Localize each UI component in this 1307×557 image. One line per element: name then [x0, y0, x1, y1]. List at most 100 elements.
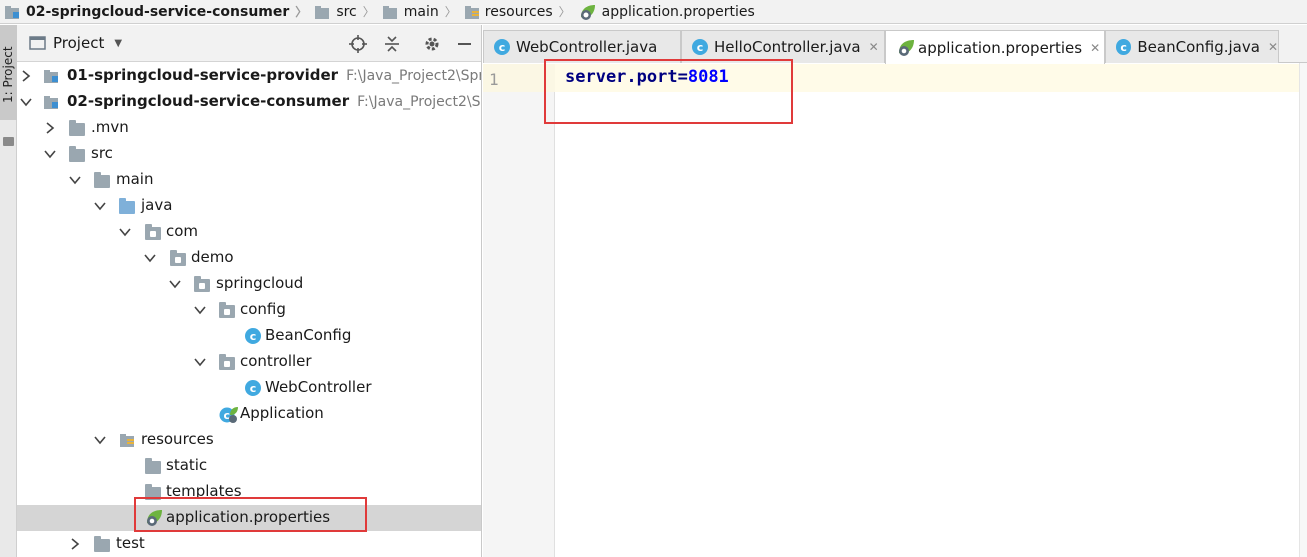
package-icon — [170, 250, 186, 266]
tab-application-properties[interactable]: application.properties ✕ — [885, 30, 1105, 64]
editor-gutter — [483, 64, 555, 557]
folder-icon — [145, 458, 161, 474]
tree-item-label: static — [166, 456, 208, 474]
source-folder-icon — [119, 198, 135, 214]
close-icon[interactable]: ✕ — [869, 40, 879, 54]
breadcrumb-item-main[interactable]: main 〉 — [382, 0, 464, 24]
highlight-box-editor — [544, 59, 793, 124]
minimize-icon[interactable] — [454, 34, 474, 54]
tab-beanconfig[interactable]: c BeanConfig.java ✕ — [1105, 30, 1279, 63]
editor-area: c WebController.java c HelloController.j… — [483, 25, 1307, 557]
chevron-down-icon[interactable] — [69, 174, 81, 186]
folder-icon — [94, 172, 110, 188]
tree-item-mvn[interactable]: .mvn — [17, 115, 481, 141]
editor-tabs: c WebController.java c HelloController.j… — [483, 25, 1307, 64]
module-icon — [44, 70, 58, 83]
module-icon — [44, 96, 58, 109]
module-path: F:\Java_Project2\Spring — [346, 68, 482, 84]
package-icon — [194, 276, 210, 292]
breadcrumb-item-module[interactable]: 02-springcloud-service-consumer 〉 — [4, 0, 314, 24]
tree-item-label: test — [116, 534, 145, 552]
class-icon: c — [494, 39, 510, 55]
tree-item-webcontroller[interactable]: c WebController — [17, 375, 481, 401]
line-number: 1 — [489, 70, 499, 89]
project-panel-header: Project ▼ — [17, 25, 481, 62]
tree-item-static[interactable]: static — [17, 453, 481, 479]
module-icon — [5, 5, 19, 19]
folder-icon — [315, 5, 330, 19]
resources-folder-icon — [464, 5, 479, 19]
tree-item-label: demo — [191, 248, 234, 266]
tree-item-label: .mvn — [91, 118, 129, 136]
highlight-box-tree — [134, 497, 367, 532]
spring-properties-icon — [580, 4, 595, 20]
locate-icon[interactable] — [348, 34, 368, 54]
collapse-icon[interactable] — [382, 34, 402, 54]
chevron-right-icon[interactable] — [44, 122, 56, 134]
folder-icon — [94, 536, 110, 552]
class-icon: c — [692, 39, 708, 55]
close-icon[interactable]: ✕ — [1090, 41, 1100, 55]
folder-icon — [69, 146, 85, 162]
tree-item-label: java — [141, 196, 173, 214]
tree-item-demo[interactable]: demo — [17, 245, 481, 271]
tree-item-java[interactable]: java — [17, 193, 481, 219]
tree-item-label: 01-springcloud-service-provider — [67, 66, 339, 84]
chevron-right-icon[interactable] — [69, 538, 81, 550]
breadcrumb-item-resources[interactable]: resources 〉 — [464, 0, 578, 24]
chevron-down-icon[interactable] — [94, 434, 106, 446]
tree-item-label: config — [240, 300, 286, 318]
resources-folder-icon — [120, 434, 134, 447]
tree-item-controller[interactable]: controller — [17, 349, 481, 375]
breadcrumb-item-file[interactable]: application.properties — [578, 0, 755, 24]
package-icon — [219, 302, 235, 318]
tree-item-application[interactable]: c Application — [17, 401, 481, 427]
tree-item-label: 02-springcloud-service-consumer — [67, 92, 350, 110]
breadcrumb-item-src[interactable]: src 〉 — [314, 0, 381, 24]
tree-item-beanconfig[interactable]: c BeanConfig — [17, 323, 481, 349]
project-view-icon — [29, 36, 46, 50]
class-icon: c — [245, 380, 261, 396]
gear-icon[interactable] — [422, 34, 442, 54]
tool-window-strip: 1: Project — [0, 25, 17, 557]
class-icon: c — [1116, 39, 1132, 55]
package-icon — [219, 354, 235, 370]
tree-item-label: BeanConfig — [265, 326, 352, 344]
tree-item-main[interactable]: main — [17, 167, 481, 193]
structure-icon[interactable] — [3, 137, 14, 146]
close-icon[interactable]: ✕ — [1268, 40, 1278, 54]
chevron-down-icon: ▼ — [114, 37, 123, 49]
tree-item-config[interactable]: config — [17, 297, 481, 323]
package-icon — [145, 224, 161, 240]
tree-item-label: springcloud — [216, 274, 304, 292]
tree-item-label: main — [116, 170, 154, 188]
tree-item-test[interactable]: test — [17, 531, 481, 557]
module-path: F:\Java_Project2\Spring — [357, 94, 481, 110]
chevron-down-icon[interactable] — [119, 226, 131, 238]
tree-item-com[interactable]: com — [17, 219, 481, 245]
project-tool-window-button[interactable]: 1: Project — [0, 25, 17, 120]
chevron-down-icon[interactable] — [20, 96, 32, 108]
chevron-down-icon[interactable] — [94, 200, 106, 212]
chevron-right-icon[interactable] — [20, 70, 32, 82]
chevron-down-icon[interactable] — [169, 278, 181, 290]
tree-item-consumer-module[interactable]: 02-springcloud-service-consumer F:\Java_P… — [17, 89, 481, 115]
project-panel: Project ▼ 01-springcloud-service-provide… — [17, 25, 482, 557]
breadcrumb: 02-springcloud-service-consumer 〉 src 〉 … — [0, 0, 1307, 24]
editor-scrollbar[interactable] — [1299, 63, 1307, 557]
chevron-down-icon[interactable] — [44, 148, 56, 160]
chevron-down-icon[interactable] — [194, 356, 206, 368]
tree-item-label: Application — [240, 404, 324, 422]
folder-icon — [382, 5, 397, 19]
chevron-down-icon[interactable] — [144, 252, 156, 264]
tree-item-resources[interactable]: resources — [17, 427, 481, 453]
spring-properties-icon — [899, 40, 914, 56]
tree-item-src[interactable]: src — [17, 141, 481, 167]
chevron-down-icon[interactable] — [194, 304, 206, 316]
tree-item-label: src — [91, 144, 113, 162]
tree-item-label: com — [166, 222, 199, 240]
tree-item-label: controller — [240, 352, 312, 370]
tree-item-provider-module[interactable]: 01-springcloud-service-provider F:\Java_P… — [17, 63, 482, 89]
tree-item-springcloud[interactable]: springcloud — [17, 271, 481, 297]
project-view-selector[interactable]: Project ▼ — [29, 34, 122, 52]
